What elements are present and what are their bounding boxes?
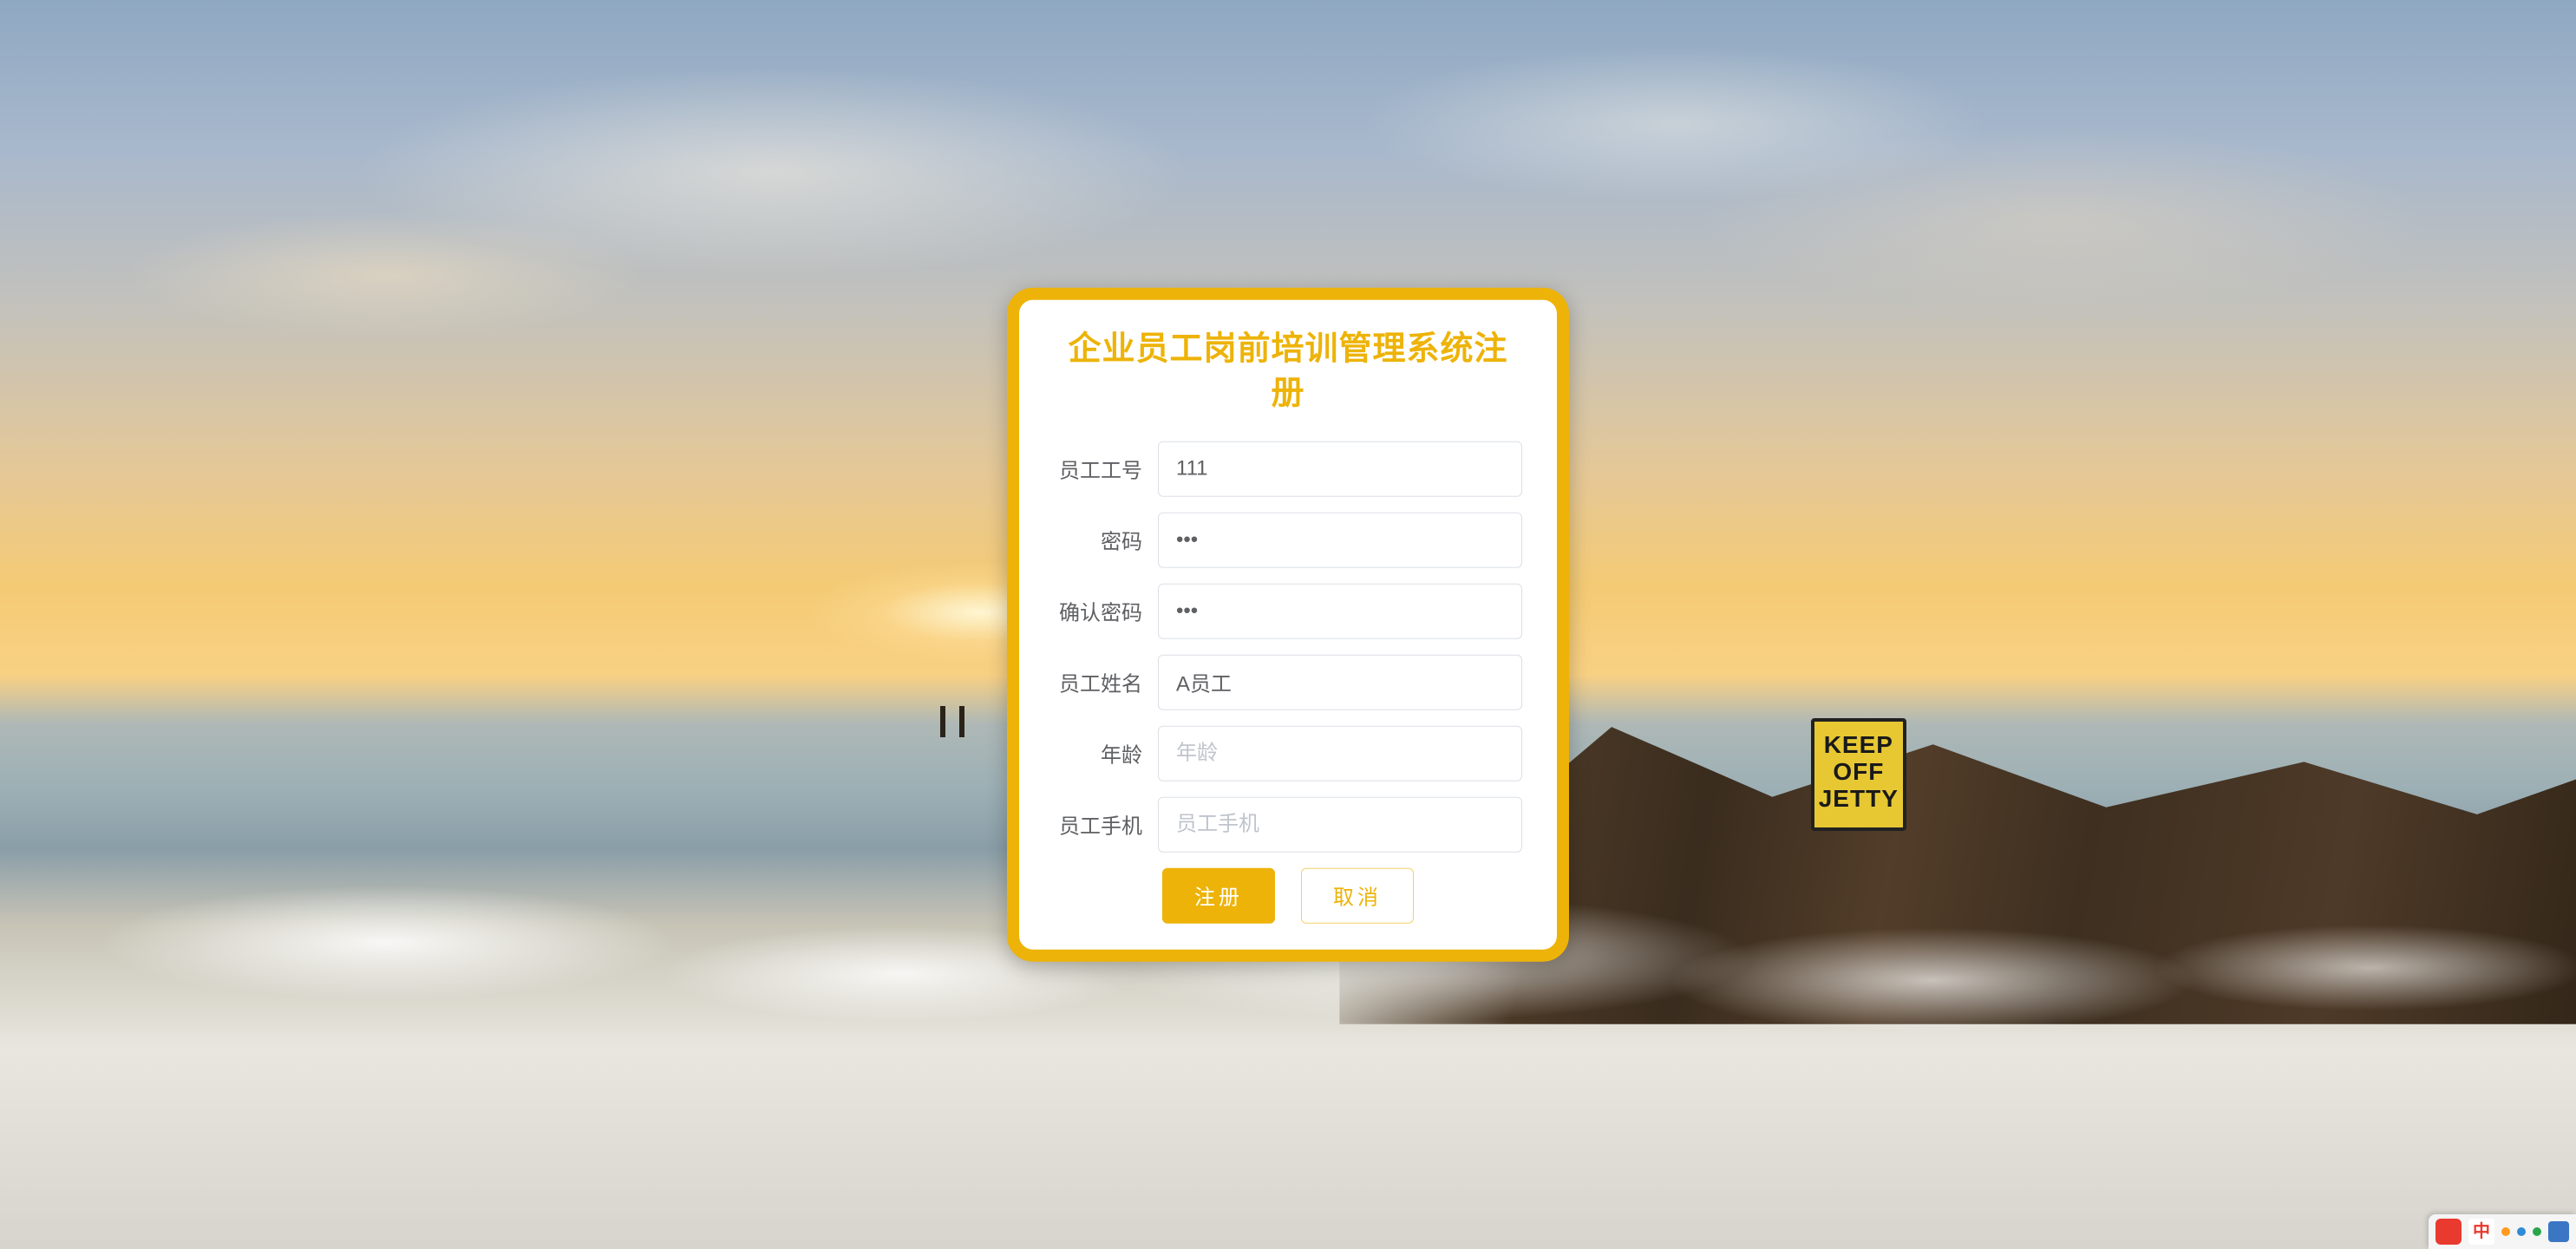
ime-language-badge[interactable]: 中	[2468, 1219, 2494, 1245]
input-employee-name[interactable]	[1158, 654, 1522, 710]
ime-toolbar[interactable]: 中	[2429, 1214, 2576, 1249]
row-age: 年龄	[1054, 725, 1522, 781]
register-button[interactable]: 注册	[1162, 867, 1275, 923]
ime-dot-icon	[2517, 1227, 2526, 1236]
label-phone: 员工手机	[1054, 809, 1158, 840]
row-employee-name: 员工姓名	[1054, 654, 1522, 710]
cancel-button[interactable]: 取消	[1301, 867, 1414, 923]
row-confirm-password: 确认密码	[1054, 583, 1522, 638]
label-age: 年龄	[1054, 738, 1158, 768]
ime-logo-icon	[2435, 1219, 2462, 1245]
input-employee-id[interactable]	[1158, 441, 1522, 496]
row-phone: 员工手机	[1054, 796, 1522, 852]
ime-dot-icon	[2533, 1227, 2541, 1236]
input-confirm-password[interactable]	[1158, 583, 1522, 638]
input-phone[interactable]	[1158, 796, 1522, 852]
form-title: 企业员工岗前培训管理系统注册	[1054, 328, 1522, 417]
button-row: 注册 取消	[1054, 867, 1522, 923]
label-employee-name: 员工姓名	[1054, 667, 1158, 697]
row-password: 密码	[1054, 512, 1522, 567]
background-posts	[940, 706, 975, 737]
input-password[interactable]	[1158, 512, 1522, 567]
label-password: 密码	[1054, 525, 1158, 555]
register-form-card: 企业员工岗前培训管理系统注册 员工工号 密码 确认密码 员工姓名 年龄 员工手机	[1007, 288, 1569, 962]
label-confirm-password: 确认密码	[1054, 596, 1158, 626]
background-sign	[1811, 718, 1906, 831]
ime-dot-icon	[2501, 1227, 2510, 1236]
row-employee-id: 员工工号	[1054, 441, 1522, 496]
ime-tool-icon[interactable]	[2548, 1221, 2569, 1242]
input-age[interactable]	[1158, 725, 1522, 781]
label-employee-id: 员工工号	[1054, 454, 1158, 484]
